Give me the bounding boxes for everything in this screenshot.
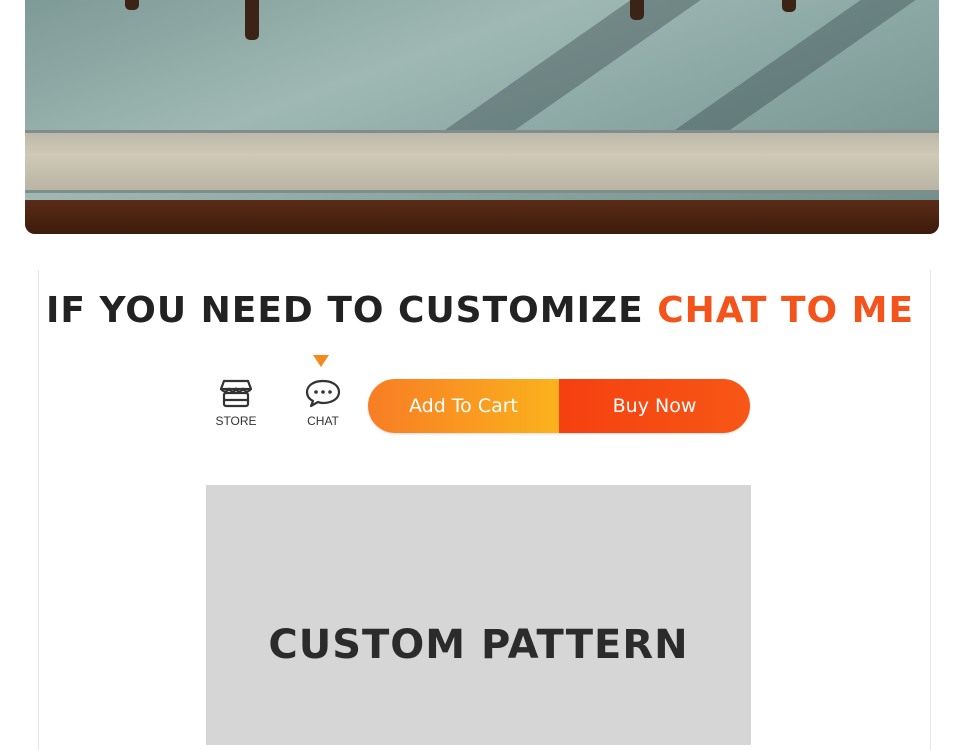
store-icon — [206, 378, 266, 408]
buy-now-button[interactable]: Buy Now — [559, 379, 750, 433]
wood-floor — [25, 200, 939, 234]
rug-border-band — [25, 130, 939, 192]
headline-accent: CHAT TO ME — [657, 290, 915, 331]
chat-button[interactable]: CHAT — [293, 378, 353, 434]
headline-prefix: IF YOU NEED TO CUSTOMIZE — [45, 290, 644, 331]
store-button[interactable]: STORE — [206, 378, 266, 434]
customize-headline: IF YOU NEED TO CUSTOMIZE CHAT TO ME — [0, 290, 960, 331]
rug-border-line — [25, 130, 939, 133]
custom-pattern-banner: CUSTOM PATTERN — [206, 485, 751, 745]
chair-leg — [630, 0, 644, 20]
rug-product-photo — [25, 0, 939, 234]
store-label: STORE — [215, 414, 257, 428]
chat-label: CHAT — [307, 414, 339, 428]
add-to-cart-button[interactable]: Add To Cart — [368, 379, 559, 433]
purchase-button-group: Add To Cart Buy Now — [368, 379, 750, 433]
chair-leg — [782, 0, 796, 12]
chat-pointer-triangle — [313, 355, 329, 367]
chair-leg — [125, 0, 139, 10]
custom-pattern-label: CUSTOM PATTERN — [268, 622, 689, 668]
chat-bubble-icon — [293, 378, 353, 408]
rug-border-line — [25, 190, 939, 193]
chair-leg — [245, 0, 259, 40]
